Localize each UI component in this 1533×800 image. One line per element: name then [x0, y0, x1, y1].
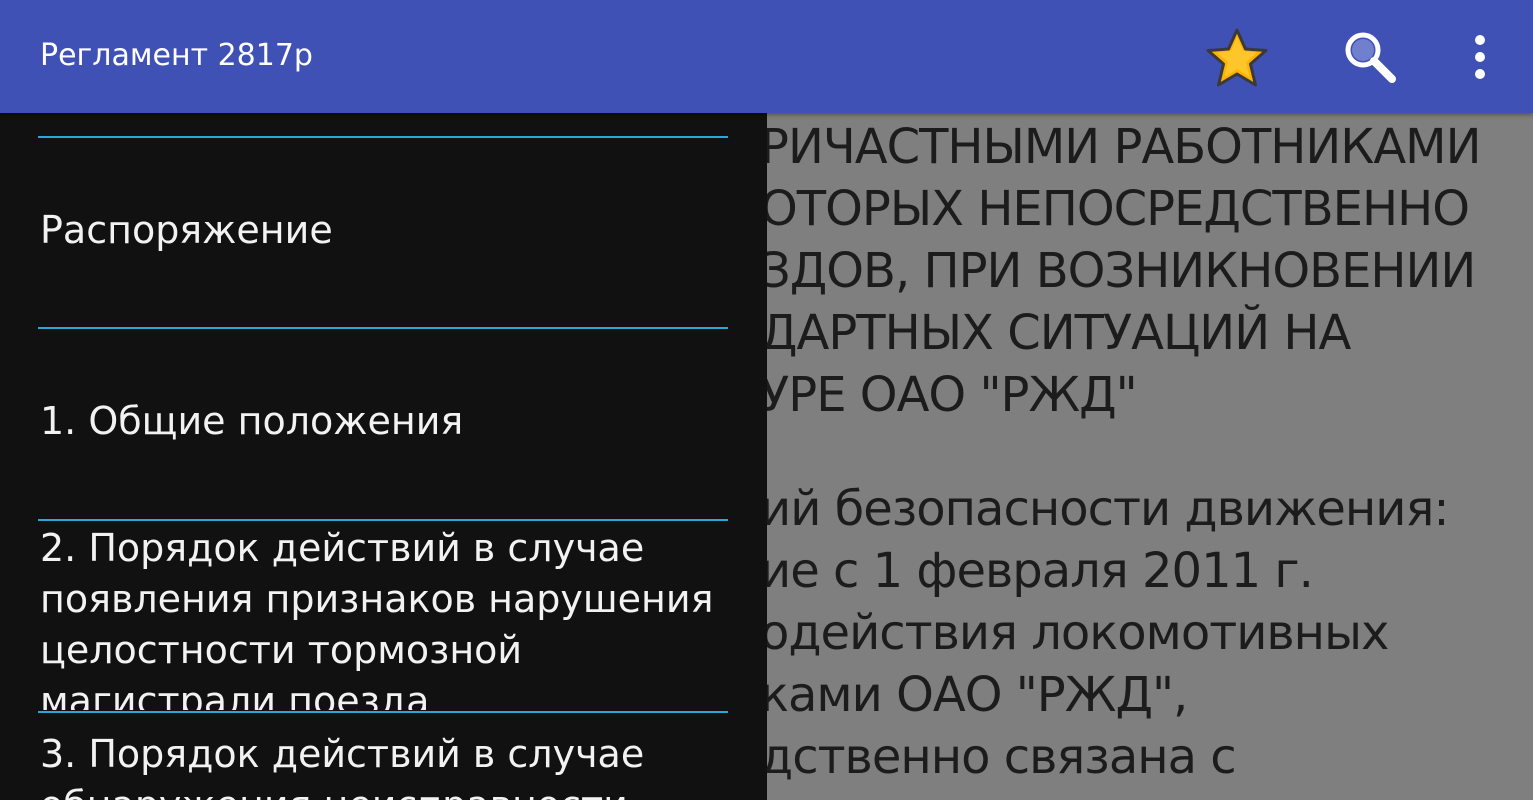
divider: [38, 711, 728, 713]
document-line: ий безопасности движения:: [760, 481, 1449, 537]
search-button[interactable]: [1333, 22, 1405, 94]
document-line: ие с 1 февраля 2011 г.: [760, 543, 1314, 599]
document-line: ДАРТНЫХ СИТУАЦИЙ НА: [760, 305, 1351, 361]
drawer-item-label: Распоряжение: [40, 208, 333, 252]
document-line: одействия локомотивных: [760, 605, 1389, 661]
document-line: РИЧАСТНЫМИ РАБОТНИКАМИ: [760, 119, 1481, 175]
drawer-item-brake-line-integrity[interactable]: 2. Порядок действий в случае появления п…: [40, 523, 730, 710]
document-line: ЗДОВ, ПРИ ВОЗНИКНОВЕНИИ: [760, 243, 1476, 299]
drawer-item-malfunction-detected[interactable]: 3. Порядок действий в случае обнаружения…: [40, 729, 730, 800]
star-icon: [1206, 28, 1268, 87]
drawer-item-label: 1. Общие положения: [40, 399, 464, 443]
divider: [38, 136, 728, 138]
navigation-drawer: Распоряжение 1. Общие положения 2. Поряд…: [0, 113, 767, 800]
document-line: ками ОАО "РЖД",: [760, 667, 1188, 723]
search-icon: [1345, 32, 1396, 83]
app-title: Регламент 2817р: [40, 38, 313, 73]
document-line: УРЕ ОАО "РЖД": [760, 367, 1138, 423]
drawer-item-label: 3. Порядок действий в случае обнаружения…: [40, 732, 645, 800]
favorite-button[interactable]: [1201, 22, 1273, 94]
divider: [38, 519, 728, 521]
drawer-item-label: 2. Порядок действий в случае появления п…: [40, 526, 714, 710]
document-line: дственно связана с: [760, 729, 1237, 785]
divider: [38, 327, 728, 329]
more-vertical-icon: [1475, 35, 1485, 79]
document-line: ОТОРЫХ НЕПОСРЕДСТВЕННО: [760, 181, 1470, 237]
drawer-item-order[interactable]: Распоряжение: [40, 205, 730, 256]
more-options-button[interactable]: [1444, 22, 1516, 94]
drawer-item-general-provisions[interactable]: 1. Общие положения: [40, 396, 730, 447]
app-bar: Регламент 2817р: [0, 0, 1533, 113]
